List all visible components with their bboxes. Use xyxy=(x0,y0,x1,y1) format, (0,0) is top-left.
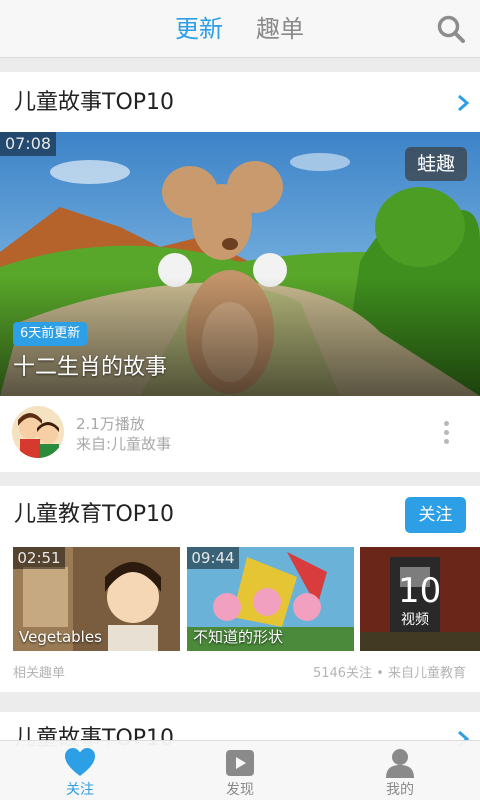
related-playlists-link[interactable]: 相关趣单 xyxy=(13,665,65,683)
follow-meta: 5146关注 • 来自儿童教育 xyxy=(312,666,466,681)
channel-avatar[interactable] xyxy=(12,406,64,458)
play-icon xyxy=(226,750,254,776)
chevron-right-icon[interactable] xyxy=(456,93,470,113)
video-count-unit: 视频 xyxy=(401,612,429,628)
brand-logo: 蛙趣 xyxy=(405,147,467,181)
thumb-caption: Vegetables xyxy=(19,628,102,646)
play-count: 2.1万播放 xyxy=(76,415,145,433)
more-options-icon[interactable] xyxy=(440,421,452,447)
video-thumb-1[interactable]: 02:51 Vegetables xyxy=(13,547,180,651)
video-title[interactable]: 十二生肖的故事 xyxy=(13,352,167,384)
card-title[interactable]: 儿童教育TOP10 xyxy=(14,500,174,530)
heart-icon xyxy=(65,748,95,776)
video-count: 10 xyxy=(398,571,442,611)
follow-button[interactable]: 关注 xyxy=(405,497,466,533)
nav-profile[interactable]: 我的 xyxy=(320,741,480,800)
tab-playlists[interactable]: 趣单 xyxy=(256,13,304,45)
tab-updates[interactable]: 更新 xyxy=(175,13,223,45)
nav-follow[interactable]: 关注 xyxy=(0,741,160,800)
thumb-duration: 02:51 xyxy=(13,547,65,569)
thumb-caption: 不知道的形状 xyxy=(193,628,284,646)
update-badge: 6天前更新 xyxy=(13,322,88,346)
nav-discover[interactable]: 发现 xyxy=(160,741,320,800)
nav-label: 发现 xyxy=(226,782,254,798)
search-icon[interactable] xyxy=(436,14,466,44)
video-thumb-2[interactable]: 09:44 不知道的形状 xyxy=(187,547,354,651)
video-duration: 07:08 xyxy=(0,132,56,156)
nav-label: 关注 xyxy=(66,782,94,798)
app-screen: 更新 趣单 儿童故事TOP10 07:08 蛙趣 6天前更新 十二生肖的故事 2… xyxy=(0,0,480,800)
more-videos-thumb[interactable]: 10 视频 xyxy=(360,547,480,651)
card-title[interactable]: 儿童故事TOP10 xyxy=(14,88,174,118)
video-source[interactable]: 来自:儿童故事 xyxy=(76,434,171,454)
user-icon xyxy=(386,749,414,778)
thumb-duration: 09:44 xyxy=(187,547,239,569)
nav-label: 我的 xyxy=(386,782,414,798)
bottom-navigation: 关注 发现 我的 xyxy=(0,740,480,800)
top-bar: 更新 趣单 xyxy=(0,0,480,58)
